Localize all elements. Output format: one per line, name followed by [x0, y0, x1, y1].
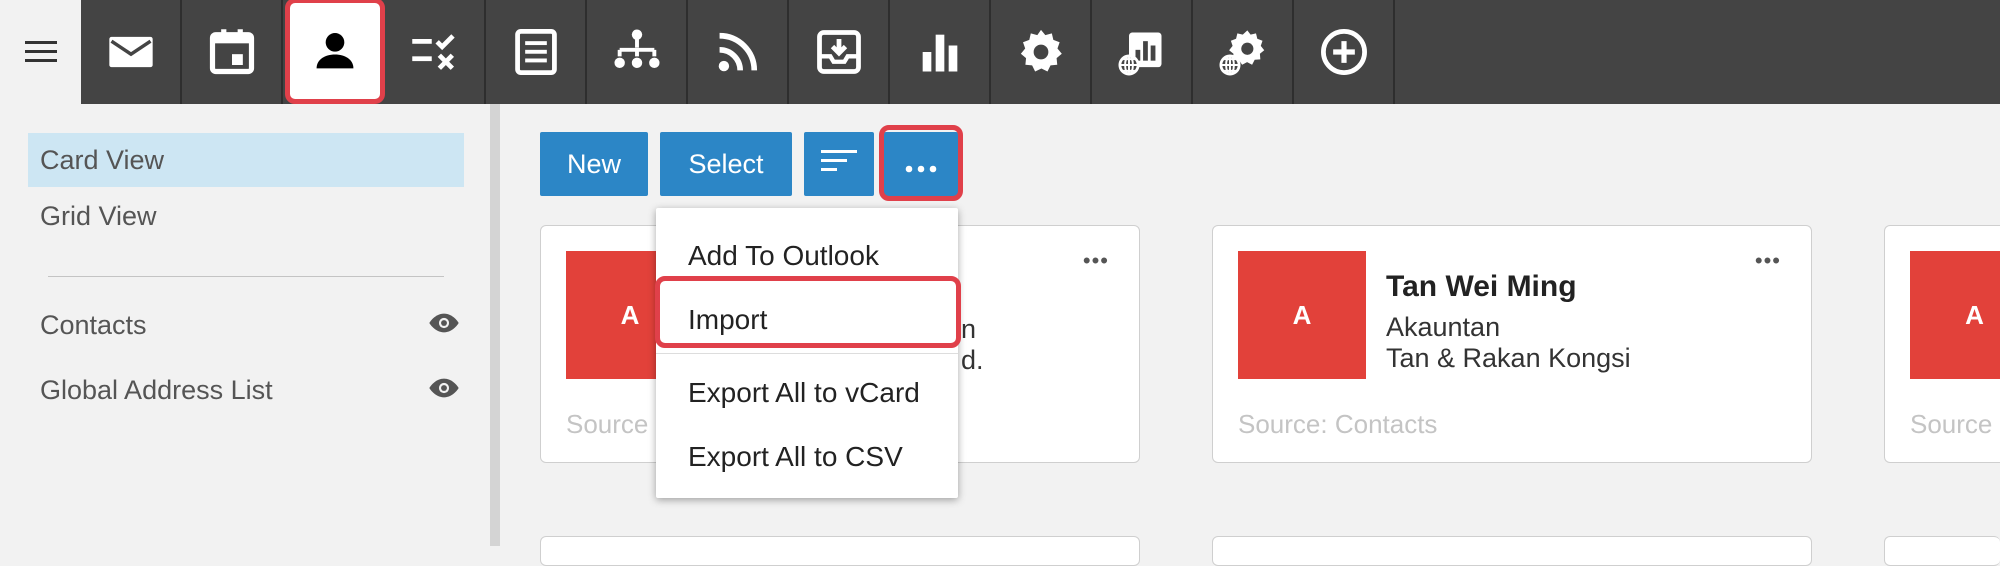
- sidebar-divider: [48, 276, 444, 277]
- contact-card[interactable]: A Tan Wei Ming Akauntan Tan & Rakan Kong…: [1212, 225, 1812, 463]
- contact-source: Source: Contacts: [1238, 409, 1438, 439]
- add-circle-icon[interactable]: [1294, 0, 1395, 104]
- more-actions-menu: Add To Outlook Import Export All to vCar…: [656, 208, 958, 498]
- avatar-initial: A: [1965, 299, 1984, 330]
- contact-source: Source: [1910, 409, 1993, 439]
- select-button-label: Select: [688, 148, 764, 179]
- contact-card[interactable]: [540, 536, 1140, 566]
- sort-button[interactable]: [804, 132, 874, 196]
- menu-divider: [656, 353, 958, 354]
- import-highlight: [655, 276, 961, 348]
- contacts-icon[interactable]: [285, 0, 385, 104]
- global-settings-icon[interactable]: [1193, 0, 1294, 104]
- sidebar-item-grid-view[interactable]: Grid View: [28, 189, 464, 243]
- contact-source: Source: [566, 409, 649, 439]
- avatar: A: [1238, 251, 1366, 379]
- sidebar-item-label: Card View: [40, 144, 165, 175]
- eye-icon[interactable]: [428, 310, 460, 341]
- calendar-icon[interactable]: [182, 0, 283, 104]
- eye-icon[interactable]: [428, 375, 460, 406]
- sidebar-item-card-view[interactable]: Card View: [28, 133, 464, 187]
- contact-title: n: [961, 314, 977, 344]
- inbox-download-icon[interactable]: [789, 0, 890, 104]
- notes-icon[interactable]: [486, 0, 587, 104]
- sidebar-item-label: Contacts: [40, 309, 147, 340]
- contact-card[interactable]: [1884, 536, 2000, 566]
- new-button-label: New: [566, 148, 621, 179]
- menu-item-label: Export All to CSV: [688, 441, 903, 472]
- more-actions-highlight: [879, 125, 963, 201]
- contact-card[interactable]: A Source: [1884, 225, 2000, 463]
- menu-item-export-csv[interactable]: Export All to CSV: [656, 429, 958, 485]
- tasks-icon[interactable]: [385, 0, 486, 104]
- reports-bar-chart-icon[interactable]: [890, 0, 991, 104]
- contact-name: Tan Wei Ming: [1386, 270, 1577, 303]
- sidebar-item-contacts[interactable]: Contacts: [40, 305, 460, 345]
- select-button[interactable]: Select: [660, 132, 792, 196]
- org-chart-icon[interactable]: [587, 0, 688, 104]
- new-button[interactable]: New: [540, 132, 648, 196]
- hamburger-menu-icon[interactable]: [0, 0, 81, 104]
- rss-feed-icon[interactable]: [688, 0, 789, 104]
- card-more-icon[interactable]: •••: [1755, 248, 1781, 274]
- sidebar-item-label: Global Address List: [40, 374, 273, 405]
- sidebar-item-global-address-list[interactable]: Global Address List: [40, 370, 460, 410]
- avatar: A: [1910, 251, 2000, 379]
- contact-card[interactable]: [1212, 536, 1812, 566]
- contact-company: d.: [961, 345, 984, 375]
- global-reports-icon[interactable]: [1092, 0, 1193, 104]
- menu-item-export-vcard[interactable]: Export All to vCard: [656, 365, 958, 421]
- menu-item-label: Export All to vCard: [688, 377, 920, 408]
- sidebar-resize-handle[interactable]: [490, 104, 500, 546]
- sidebar-item-label: Grid View: [40, 200, 157, 231]
- app-toolbar: [0, 0, 2000, 104]
- sort-icon: [821, 147, 857, 182]
- contact-title: Akauntan: [1386, 312, 1501, 342]
- mail-icon[interactable]: [81, 0, 182, 104]
- menu-item-label: Add To Outlook: [688, 240, 879, 271]
- card-more-icon[interactable]: •••: [1083, 248, 1109, 274]
- settings-gear-icon[interactable]: [991, 0, 1092, 104]
- contact-company: Tan & Rakan Kongsi: [1386, 343, 1631, 373]
